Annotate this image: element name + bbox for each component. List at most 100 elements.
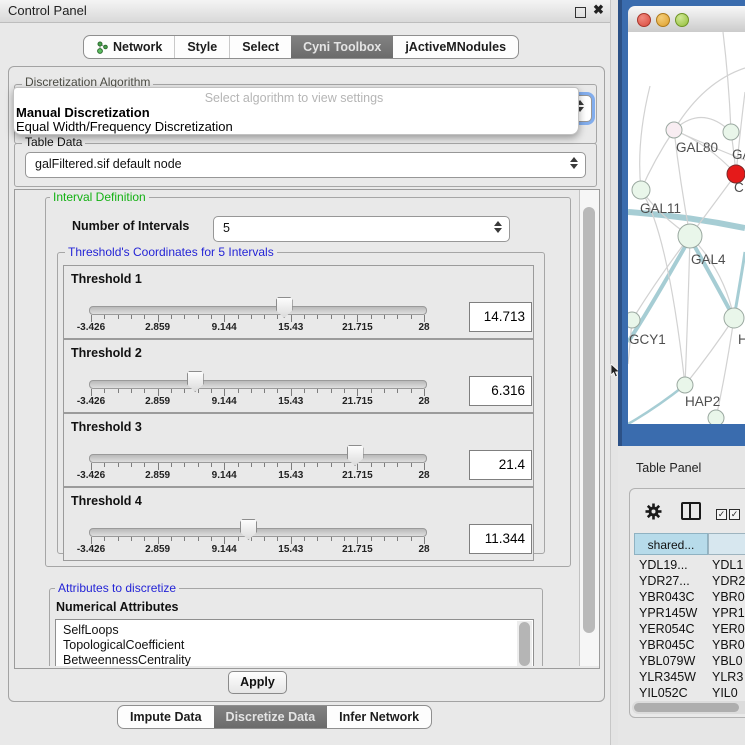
scroll-thumb[interactable] xyxy=(634,703,739,712)
threshold-panel-2: Threshold 2-3.4262.8599.14415.4321.71528… xyxy=(63,339,534,413)
tab-jactivemnodules[interactable]: jActiveMNodules xyxy=(393,36,518,58)
apply-button[interactable]: Apply xyxy=(228,671,287,694)
threshold-value-field[interactable]: 21.4 xyxy=(469,450,532,480)
slider-tick xyxy=(211,463,212,467)
network-node-green[interactable] xyxy=(628,312,640,328)
slider-tick xyxy=(158,537,159,544)
slider-track[interactable] xyxy=(89,528,427,537)
slider-tick xyxy=(264,463,265,467)
table-row-shared-name[interactable]: YDR27... xyxy=(639,573,708,589)
tab-impute-data[interactable]: Impute Data xyxy=(118,706,214,728)
split-table-icon[interactable] xyxy=(681,502,701,520)
slider-tick xyxy=(238,537,239,541)
network-node-green[interactable] xyxy=(724,308,744,328)
tab-style[interactable]: Style xyxy=(174,36,229,58)
mac-minimize-icon[interactable] xyxy=(656,13,670,27)
table-row-name[interactable]: YLR3 xyxy=(712,669,745,685)
table-data-combobox[interactable]: galFiltered.sif default node xyxy=(25,152,586,178)
checkbox-icon[interactable]: ✓ xyxy=(729,509,740,520)
table-row-name[interactable]: YIL0 xyxy=(712,685,745,701)
table-row-name[interactable]: YDR2 xyxy=(712,573,745,589)
slider-tick xyxy=(104,389,105,393)
slider-track[interactable] xyxy=(89,454,427,463)
table-row-shared-name[interactable]: YLR345W xyxy=(639,669,708,685)
tab-infer-network[interactable]: Infer Network xyxy=(327,706,431,728)
network-node-label: HAP2 xyxy=(685,394,720,409)
settings-viewport: Interval Definition Number of Intervals … xyxy=(15,190,579,666)
column-header-name[interactable]: na xyxy=(708,533,745,555)
float-window-icon[interactable] xyxy=(575,7,586,18)
slider-tick xyxy=(91,315,92,322)
table-row-shared-name[interactable]: YER054C xyxy=(639,621,708,637)
slider-tick-label: 28 xyxy=(398,544,450,555)
table-data-value: galFiltered.sif default node xyxy=(35,157,182,171)
mac-zoom-icon[interactable] xyxy=(675,13,689,27)
slider-tick xyxy=(291,537,292,544)
tab-select[interactable]: Select xyxy=(229,36,291,58)
attribute-list-scrollbar[interactable] xyxy=(517,621,532,666)
dropdown-hint-item[interactable]: Select algorithm to view settings xyxy=(44,91,544,105)
slider-tick xyxy=(158,315,159,322)
table-hscrollbar[interactable] xyxy=(632,701,745,714)
slider-tick xyxy=(224,537,225,544)
dropdown-option-manual[interactable]: Manual Discretization xyxy=(16,105,150,120)
slider-tick-label: 28 xyxy=(398,396,450,407)
slider-tick-label: -3.426 xyxy=(65,470,117,481)
slider-track[interactable] xyxy=(89,306,427,315)
table-row-shared-name[interactable]: YPR145W xyxy=(639,605,708,621)
tab-discretize-data[interactable]: Discretize Data xyxy=(214,706,328,728)
table-row-shared-name[interactable]: YBR045C xyxy=(639,637,708,653)
network-node-green[interactable] xyxy=(678,224,702,248)
network-node-label: C xyxy=(734,180,744,195)
close-icon[interactable]: ✖ xyxy=(593,2,604,18)
tab-cyni-toolbox[interactable]: Cyni Toolbox xyxy=(291,36,393,58)
num-intervals-spinner[interactable]: 5 xyxy=(213,216,510,242)
table-row-name[interactable]: YBL0 xyxy=(712,653,745,669)
table-row-name[interactable]: YBR0 xyxy=(712,589,745,605)
slider-tick xyxy=(357,463,358,470)
table-row-shared-name[interactable]: YDL19... xyxy=(639,557,708,573)
network-node-green[interactable] xyxy=(708,410,724,424)
dropdown-option-equal-width[interactable]: Equal Width/Frequency Discretization xyxy=(16,119,233,134)
threshold-value-field[interactable]: 14.713 xyxy=(469,302,532,332)
attribute-item[interactable]: BetweennessCentrality xyxy=(63,653,191,666)
checkbox-icon[interactable]: ✓ xyxy=(716,509,727,520)
slider-tick xyxy=(397,463,398,467)
network-node-green[interactable] xyxy=(723,124,739,140)
slider-tick-label: 2.859 xyxy=(132,322,184,333)
slider-tick xyxy=(371,315,372,319)
mac-close-icon[interactable] xyxy=(637,13,651,27)
slider-tick xyxy=(304,315,305,319)
slider-tick xyxy=(344,537,345,541)
slider-tick xyxy=(424,389,425,396)
table-row-shared-name[interactable]: YBL079W xyxy=(639,653,708,669)
threshold-value-field[interactable]: 6.316 xyxy=(469,376,532,406)
node-table[interactable]: shared... na YDL19...YDL1YDR27...YDR2YBR… xyxy=(634,533,745,703)
slider-tick xyxy=(184,389,185,393)
slider-tick xyxy=(238,463,239,467)
table-row-name[interactable]: YBR0 xyxy=(712,637,745,653)
attribute-list[interactable]: SelfLoopsTopologicalCoefficientBetweenne… xyxy=(55,619,534,666)
table-row-shared-name[interactable]: YIL052C xyxy=(639,685,708,701)
table-row-name[interactable]: YER0 xyxy=(712,621,745,637)
network-node-green[interactable] xyxy=(677,377,693,393)
control-panel-titlebar: Control Panel ✖ xyxy=(0,0,610,23)
spinner-arrows-icon xyxy=(493,221,502,233)
scroll-thumb[interactable] xyxy=(519,622,530,666)
slider-tick xyxy=(251,315,252,319)
scroll-thumb[interactable] xyxy=(583,207,595,633)
table-row-name[interactable]: YDL1 xyxy=(712,557,745,573)
attribute-item[interactable]: SelfLoops xyxy=(63,623,119,637)
table-row-shared-name[interactable]: YBR043C xyxy=(639,589,708,605)
tab-network[interactable]: Network xyxy=(84,36,174,58)
slider-track[interactable] xyxy=(89,380,427,389)
network-canvas[interactable]: GAL80GACGAL11GAL4GCY1HHAP2 xyxy=(628,32,745,424)
network-node-green[interactable] xyxy=(632,181,650,199)
settings-scrollbar[interactable] xyxy=(579,190,599,666)
table-row-name[interactable]: YPR1 xyxy=(712,605,745,621)
network-node-pink[interactable] xyxy=(666,122,682,138)
threshold-value-field[interactable]: 11.344 xyxy=(469,524,532,554)
attribute-item[interactable]: TopologicalCoefficient xyxy=(63,638,184,652)
column-header-shared-name[interactable]: shared... xyxy=(634,533,708,555)
gear-icon[interactable] xyxy=(645,503,662,520)
